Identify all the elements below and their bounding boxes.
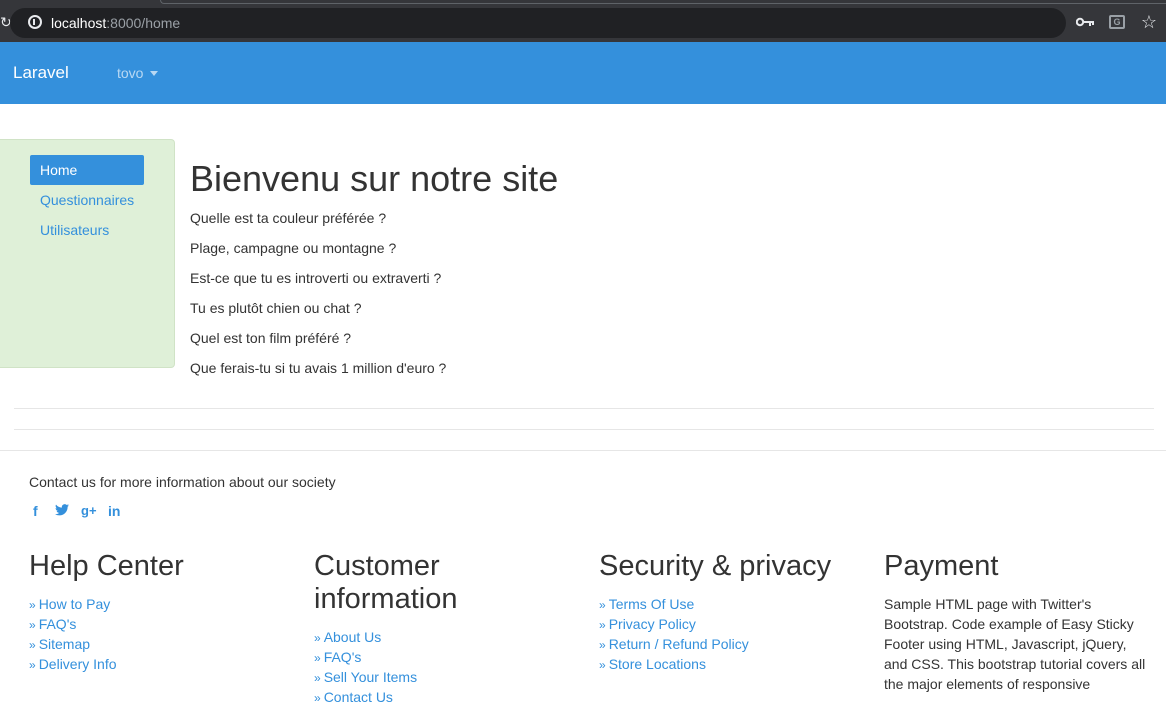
chevron-right-icon: »	[29, 618, 36, 632]
chevron-right-icon: »	[29, 658, 36, 672]
footer-link[interactable]: » Store Locations	[599, 655, 706, 674]
linkedin-icon[interactable]: in	[108, 502, 120, 520]
chevron-right-icon: »	[599, 638, 606, 652]
navbar: Laravel tovo	[0, 42, 1166, 104]
footer-divider	[0, 450, 1166, 451]
question-item: Tu es plutôt chien ou chat ?	[190, 300, 362, 316]
footer-link[interactable]: » About Us	[314, 628, 381, 647]
customer-information-title: Customer information	[314, 550, 458, 615]
chevron-right-icon: »	[314, 651, 321, 665]
question-item: Plage, campagne ou montagne ?	[190, 240, 397, 256]
user-name: tovo	[117, 65, 144, 81]
chevron-right-icon: »	[314, 691, 321, 704]
question-item: Quelle est ta couleur préférée ?	[190, 210, 387, 226]
user-dropdown[interactable]: tovo	[117, 65, 159, 81]
footer-link[interactable]: » Return / Refund Policy	[599, 635, 749, 654]
facebook-icon[interactable]: f	[33, 502, 38, 520]
footer-link[interactable]: » FAQ's	[314, 648, 361, 667]
translate-icon[interactable]: G	[1107, 12, 1127, 32]
footer-link[interactable]: » Delivery Info	[29, 655, 117, 674]
chevron-right-icon: »	[599, 618, 606, 632]
sidebar: Home Questionnaires Utilisateurs	[0, 139, 175, 368]
chevron-right-icon: »	[29, 598, 36, 612]
question-item: Est-ce que tu es introverti ou extravert…	[190, 270, 442, 286]
url-text[interactable]: localhost:8000/home	[51, 14, 180, 32]
help-center-title: Help Center	[29, 550, 184, 582]
brand-link[interactable]: Laravel	[13, 63, 69, 83]
sidebar-item-home[interactable]: Home	[30, 155, 144, 185]
google-plus-icon[interactable]: g+	[81, 502, 97, 520]
payment-title: Payment	[884, 550, 999, 582]
chevron-right-icon: »	[29, 638, 36, 652]
divider	[14, 429, 1154, 430]
twitter-icon[interactable]	[55, 502, 69, 520]
reload-icon[interactable]: ↻	[0, 14, 12, 30]
footer-link[interactable]: » FAQ's	[29, 615, 76, 634]
contact-text: Contact us for more information about ou…	[29, 474, 336, 490]
page-title: Bienvenu sur notre site	[190, 158, 559, 199]
footer-link[interactable]: » Privacy Policy	[599, 615, 696, 634]
footer-link[interactable]: » Terms Of Use	[599, 595, 694, 614]
url-host: localhost	[51, 15, 107, 31]
key-icon[interactable]	[1075, 12, 1095, 32]
url-path: :8000/home	[106, 15, 181, 31]
question-item: Que ferais-tu si tu avais 1 million d'eu…	[190, 360, 447, 376]
sidebar-item-utilisateurs[interactable]: Utilisateurs	[30, 215, 144, 245]
caret-down-icon	[150, 70, 159, 76]
chevron-right-icon: »	[599, 658, 606, 672]
divider	[14, 408, 1154, 409]
sidebar-item-questionnaires[interactable]: Questionnaires	[30, 185, 144, 215]
tab-strip-edge	[160, 0, 1166, 4]
chevron-right-icon: »	[314, 631, 321, 645]
footer-link[interactable]: » Sitemap	[29, 635, 90, 654]
bookmark-star-icon[interactable]: ☆	[1139, 12, 1159, 32]
browser-toolbar: ↻ localhost:8000/home G ☆	[0, 0, 1166, 42]
footer-link[interactable]: » Contact Us	[314, 688, 393, 704]
payment-description: Sample HTML page with Twitter's Bootstra…	[884, 596, 1146, 692]
footer-link[interactable]: » How to Pay	[29, 595, 110, 614]
chevron-right-icon: »	[599, 598, 606, 612]
security-privacy-title: Security & privacy	[599, 550, 832, 582]
footer-link[interactable]: » Sell Your Items	[314, 668, 417, 687]
question-item: Quel est ton film préféré ?	[190, 330, 352, 346]
site-info-icon[interactable]	[28, 15, 42, 29]
chevron-right-icon: »	[314, 671, 321, 685]
